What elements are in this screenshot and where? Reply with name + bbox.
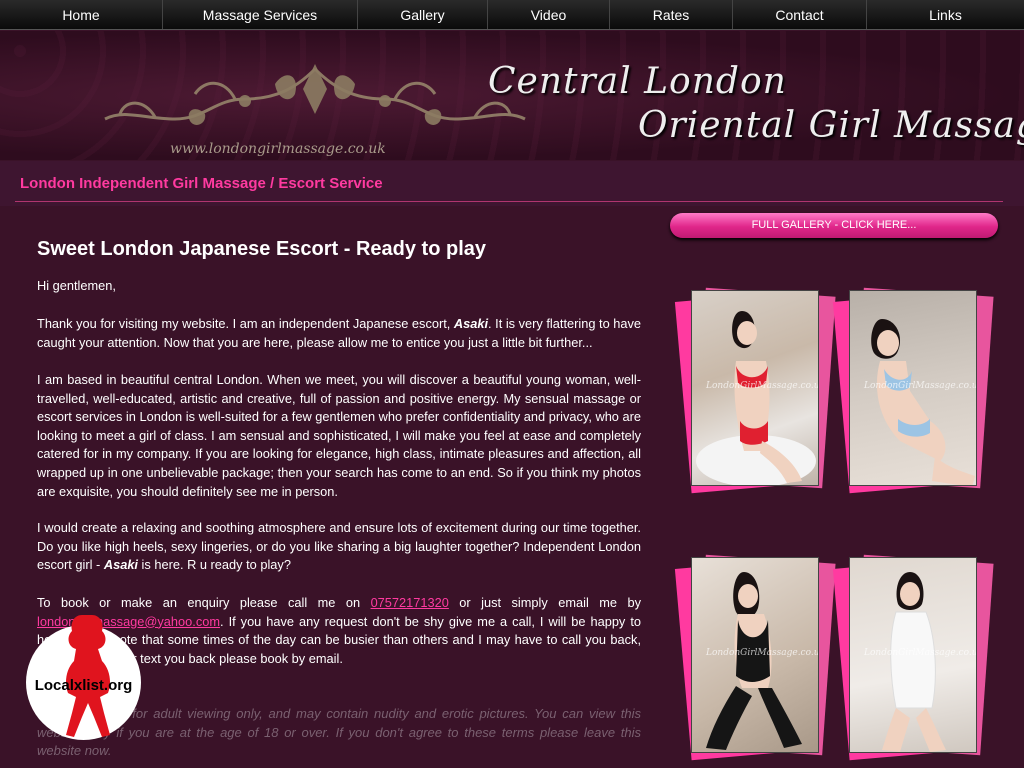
- banner-title-line2: Oriental Girl Massage: [638, 105, 1024, 146]
- nav-gallery[interactable]: Gallery: [358, 0, 488, 29]
- banner-title-line1: Central London: [488, 61, 787, 102]
- gallery-photo-4[interactable]: LondonGirlMassage.co.uk: [832, 554, 994, 761]
- intro-text-a: Thank you for visiting my website. I am …: [37, 316, 454, 331]
- photo-watermark: LondonGirlMassage.co.uk: [706, 648, 819, 658]
- gallery-photo-3[interactable]: LondonGirlMassage.co.uk: [674, 554, 836, 761]
- nav-rates[interactable]: Rates: [610, 0, 733, 29]
- intro-paragraph: Thank you for visiting my website. I am …: [37, 315, 641, 352]
- localxlist-logo[interactable]: Localxlist.org: [26, 613, 141, 740]
- nav-contact[interactable]: Contact: [733, 0, 867, 29]
- photo-image: LondonGirlMassage.co.uk: [849, 557, 977, 753]
- divider: [15, 201, 1003, 202]
- about-paragraph: I am based in beautiful central London. …: [37, 372, 641, 499]
- full-gallery-button[interactable]: FULL GALLERY - CLICK HERE...: [670, 213, 998, 238]
- greeting-text: Hi gentlemen,: [37, 278, 116, 293]
- photo-watermark: LondonGirlMassage.co.uk: [706, 381, 819, 391]
- photo-image: LondonGirlMassage.co.uk: [849, 290, 977, 486]
- nav-home[interactable]: Home: [0, 0, 163, 29]
- page-title: Sweet London Japanese Escort - Ready to …: [37, 238, 487, 260]
- banner-url: www.londongirlmassage.co.uk: [170, 141, 386, 157]
- gallery-photo-2[interactable]: LondonGirlMassage.co.uk: [832, 287, 994, 494]
- booking-text-b: or just simply email me by: [448, 595, 641, 610]
- phone-link[interactable]: 07572171320: [371, 595, 449, 610]
- photo-image: LondonGirlMassage.co.uk: [691, 290, 819, 486]
- gallery-photo-1[interactable]: LondonGirlMassage.co.uk: [674, 287, 836, 494]
- photo-watermark: LondonGirlMassage.co.uk: [864, 648, 977, 658]
- subheader: London Independent Girl Massage / Escort…: [0, 161, 1024, 206]
- logo-text: Localxlist.org: [34, 677, 133, 694]
- nav-video[interactable]: Video: [488, 0, 610, 29]
- photo-image: LondonGirlMassage.co.uk: [691, 557, 819, 753]
- escort-name: Asaki: [453, 316, 489, 331]
- subheader-title: London Independent Girl Massage / Escort…: [20, 175, 383, 192]
- ornament-icon: [104, 64, 526, 125]
- atmosphere-text-b: is here. R u ready to play?: [138, 557, 291, 573]
- booking-text-a: To book or make an enquiry please call m…: [37, 595, 371, 610]
- nav-links[interactable]: Links: [867, 0, 1024, 29]
- header-banner: Central London Oriental Girl Massage www…: [0, 31, 1024, 160]
- top-navigation: Home Massage Services Gallery Video Rate…: [0, 0, 1024, 30]
- escort-name: Asaki: [103, 557, 138, 573]
- atmosphere-paragraph: I would create a relaxing and soothing a…: [37, 519, 641, 575]
- photo-watermark: LondonGirlMassage.co.uk: [864, 381, 977, 391]
- nav-massage-services[interactable]: Massage Services: [163, 0, 358, 29]
